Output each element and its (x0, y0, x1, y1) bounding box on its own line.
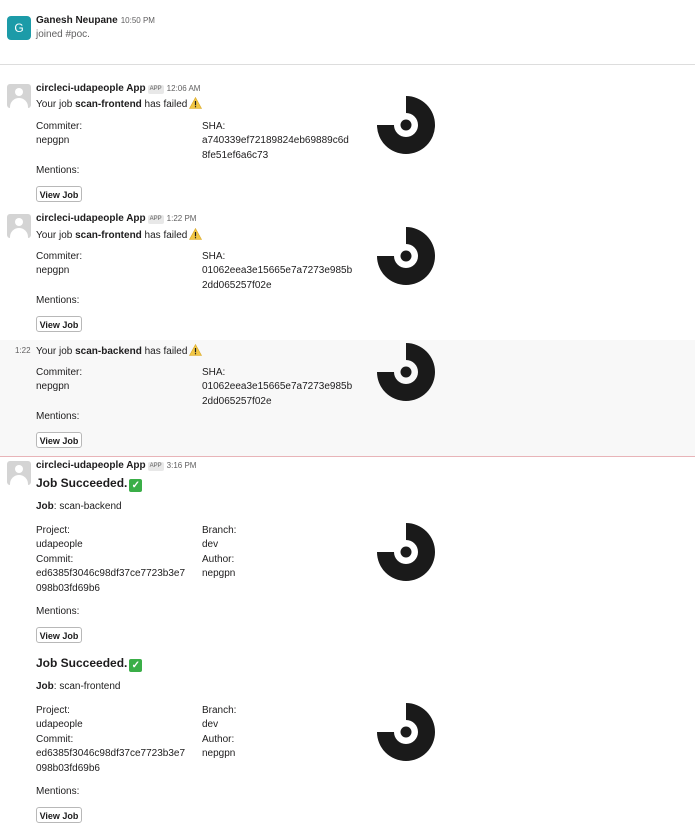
field-value: 01062eea3e15665e7a7273e985b 2dd065257f02… (202, 381, 353, 407)
field-label: Commit: (36, 554, 74, 565)
field-label: Commiter: (36, 251, 83, 262)
message-text: Your job scan-backend has failed (36, 344, 203, 357)
message-header: circleci-udapeople App APP 12:06 AM (36, 83, 200, 94)
warning-icon (189, 97, 203, 109)
field-label: Branch: (202, 525, 237, 536)
bot-avatar-icon[interactable] (7, 84, 31, 108)
field-label: Mentions: (36, 411, 80, 422)
author-name[interactable]: circleci-udapeople App (36, 83, 146, 94)
author-name[interactable]: circleci-udapeople App (36, 460, 146, 471)
field-label: Mentions: (36, 295, 80, 306)
divider (0, 64, 695, 65)
field-label: Commiter: (36, 367, 83, 378)
field-value: nepgpn (36, 265, 70, 276)
field-label: Project: (36, 525, 70, 536)
job-line: Job: scan-frontend (36, 681, 121, 692)
message-text: joined #poc. (36, 29, 90, 40)
field-label: Author: (202, 554, 235, 565)
message-header: Ganesh Neupane 10:50 PM (36, 15, 155, 26)
view-job-button[interactable]: View Job (36, 186, 82, 202)
field-label: SHA: (202, 367, 226, 378)
field-label: Commiter: (36, 121, 83, 132)
message-text: Your job scan-frontend has failed (36, 228, 203, 241)
view-job-button[interactable]: View Job (36, 432, 82, 448)
field-value: nepgpn (36, 381, 70, 392)
app-badge: APP (147, 85, 164, 94)
author-name[interactable]: circleci-udapeople App (36, 213, 146, 224)
field-label: Commit: (36, 734, 74, 745)
field-value: ed6385f3046c98df37ce7723b3e7 098b03fd69b… (36, 568, 186, 594)
new-messages-divider (0, 456, 695, 457)
view-job-button[interactable]: View Job (36, 807, 82, 823)
field-value: dev (202, 539, 219, 550)
app-badge: APP (147, 215, 164, 224)
field-value: udapeople (36, 719, 83, 730)
field-value: nepgpn (202, 568, 236, 579)
timestamp[interactable]: 10:50 PM (121, 16, 155, 25)
field-value: dev (202, 719, 219, 730)
message-header: circleci-udapeople App APP 3:16 PM (36, 460, 196, 471)
circleci-logo (377, 227, 435, 285)
field-label: Mentions: (36, 165, 80, 176)
field-value: 01062eea3e15665e7a7273e985b 2dd065257f02… (202, 265, 353, 291)
author-name[interactable]: Ganesh Neupane (36, 15, 118, 26)
circleci-logo (377, 343, 435, 401)
bot-avatar-icon[interactable] (7, 214, 31, 238)
field-label: Mentions: (36, 786, 80, 797)
timestamp[interactable]: 3:16 PM (167, 461, 197, 470)
warning-icon (189, 228, 203, 240)
timestamp[interactable]: 1:22 (15, 346, 31, 355)
field-value: ed6385f3046c98df37ce7723b3e7 098b03fd69b… (36, 748, 186, 774)
field-label: Mentions: (36, 606, 80, 617)
field-label: Author: (202, 734, 235, 745)
warning-icon (189, 344, 203, 356)
field-label: SHA: (202, 121, 226, 132)
circleci-logo (377, 523, 435, 581)
job-status-title: Job Succeeded. ✓ (36, 656, 143, 672)
timestamp[interactable]: 1:22 PM (167, 214, 197, 223)
check-icon: ✓ (129, 479, 143, 492)
field-value: udapeople (36, 539, 83, 550)
bot-avatar-icon[interactable] (7, 461, 31, 485)
field-value: a740339ef72189824eb69889c6d 8fe51ef6a6c7… (202, 135, 349, 161)
message-text: Your job scan-frontend has failed (36, 97, 203, 110)
app-badge: APP (147, 462, 164, 471)
timestamp[interactable]: 12:06 AM (167, 84, 201, 93)
check-icon: ✓ (129, 659, 143, 672)
message-header: circleci-udapeople App APP 1:22 PM (36, 213, 196, 224)
circleci-logo (377, 703, 435, 761)
view-job-button[interactable]: View Job (36, 627, 82, 643)
view-job-button[interactable]: View Job (36, 316, 82, 332)
field-value: nepgpn (36, 135, 70, 146)
field-label: Project: (36, 705, 70, 716)
field-label: Branch: (202, 705, 237, 716)
job-line: Job: scan-backend (36, 501, 122, 512)
job-status-title: Job Succeeded. ✓ (36, 476, 143, 492)
field-label: SHA: (202, 251, 226, 262)
circleci-logo (377, 96, 435, 154)
avatar[interactable]: G (7, 16, 31, 40)
field-value: nepgpn (202, 748, 236, 759)
